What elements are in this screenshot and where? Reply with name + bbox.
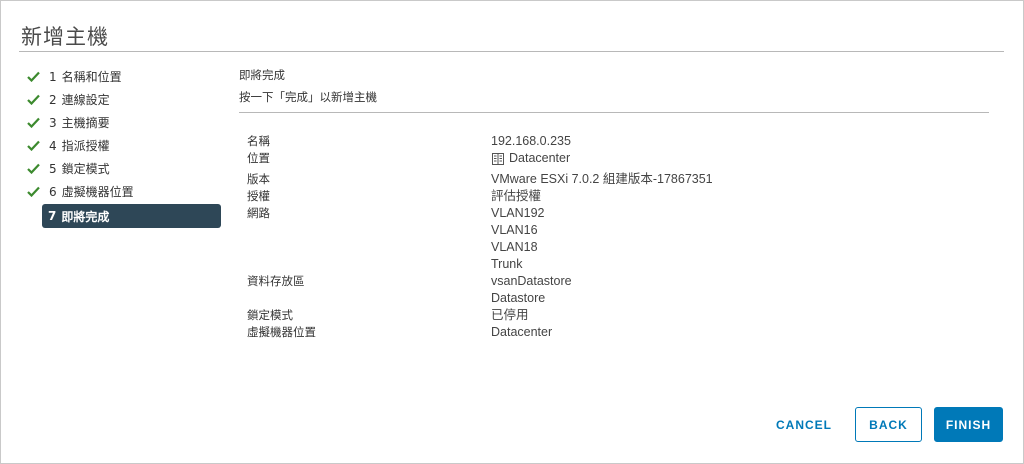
step-heading: 即將完成 (239, 68, 285, 82)
summary-table: 名稱 192.168.0.235 位置 Datacenter 版本 VMware… (247, 133, 1007, 341)
summary-value: 已停用 (491, 307, 529, 322)
step-3[interactable]: 3 主機摘要 (27, 111, 223, 134)
summary-value: VLAN192 (491, 205, 545, 220)
summary-value: VLAN16 (491, 222, 538, 237)
add-host-dialog: 新增主機 1 名稱和位置 2 連線設定 3 主機摘要 4 指派授權 5 鎖定模式 (0, 0, 1024, 464)
step-label: 虛擬機器位置 (61, 185, 134, 199)
summary-value: 192.168.0.235 (491, 134, 571, 148)
content-divider (239, 112, 989, 113)
checkmark-icon (27, 139, 44, 153)
checkmark-icon (27, 185, 44, 199)
step-label: 即將完成 (61, 209, 110, 224)
step-7-active[interactable]: 7 即將完成 (42, 204, 221, 228)
summary-value: vsanDatastore (491, 273, 572, 288)
summary-row-datastore-cont: Datastore (247, 290, 1007, 307)
summary-row-network: 網路 VLAN192 (247, 205, 1007, 222)
summary-row-network-cont: VLAN18 (247, 239, 1007, 256)
step-number: 3 (49, 115, 57, 130)
location-value: Datacenter (509, 151, 571, 165)
summary-value: Trunk (491, 256, 523, 271)
checkmark-icon (27, 93, 44, 107)
checkmark-icon (27, 116, 44, 130)
summary-value: Datacenter (491, 324, 553, 339)
step-5[interactable]: 5 鎖定模式 (27, 157, 223, 180)
summary-row-version: 版本 VMware ESXi 7.0.2 組建版本-17867351 (247, 171, 1007, 188)
checkmark-icon (27, 70, 44, 84)
step-label: 連線設定 (61, 93, 110, 107)
summary-row-network-cont: Trunk (247, 256, 1007, 273)
summary-key: 鎖定模式 (247, 307, 293, 322)
summary-row-location: 位置 Datacenter (247, 150, 1007, 171)
dialog-title: 新增主機 (21, 25, 109, 49)
step-number: 6 (49, 184, 57, 199)
wizard-steps: 1 名稱和位置 2 連線設定 3 主機摘要 4 指派授權 5 鎖定模式 6 虛擬… (27, 65, 223, 228)
summary-value: 評估授權 (491, 188, 542, 203)
step-1[interactable]: 1 名稱和位置 (27, 65, 223, 88)
step-label: 名稱和位置 (61, 70, 122, 84)
cancel-button[interactable]: CANCEL (767, 407, 841, 442)
summary-row-vm-location: 虛擬機器位置 Datacenter (247, 324, 1007, 341)
summary-row-datastore: 資料存放區 vsanDatastore (247, 273, 1007, 290)
checkmark-icon (27, 162, 44, 176)
step-number: 5 (49, 161, 57, 176)
summary-row-lockdown: 鎖定模式 已停用 (247, 307, 1007, 324)
summary-row-name: 名稱 192.168.0.235 (247, 133, 1007, 150)
step-number: 7 (48, 209, 57, 223)
summary-value: VLAN18 (491, 239, 538, 254)
step-label: 指派授權 (61, 139, 110, 153)
summary-value: Datastore (491, 290, 546, 305)
step-2[interactable]: 2 連線設定 (27, 88, 223, 111)
step-label: 鎖定模式 (61, 162, 110, 176)
step-number: 2 (49, 92, 57, 107)
summary-row-network-cont: VLAN16 (247, 222, 1007, 239)
summary-key: 位置 (247, 151, 270, 165)
summary-key: 資料存放區 (247, 273, 305, 288)
step-number: 1 (49, 69, 57, 84)
step-6[interactable]: 6 虛擬機器位置 (27, 180, 223, 203)
finish-button[interactable]: FINISH (934, 407, 1003, 442)
summary-key: 授權 (247, 188, 270, 203)
summary-key: 版本 (247, 171, 270, 186)
step-instruction: 按一下「完成」以新增主機 (239, 90, 377, 104)
title-divider (19, 51, 1004, 52)
summary-row-license: 授權 評估授權 (247, 188, 1007, 205)
back-button[interactable]: BACK (855, 407, 922, 442)
summary-key: 名稱 (247, 134, 270, 148)
step-number: 4 (49, 138, 57, 153)
step-4[interactable]: 4 指派授權 (27, 134, 223, 157)
step-content-header: 即將完成 按一下「完成」以新增主機 (239, 67, 989, 109)
summary-value: Datacenter (491, 150, 570, 171)
summary-value: VMware ESXi 7.0.2 組建版本-17867351 (491, 171, 713, 186)
step-label: 主機摘要 (61, 116, 110, 130)
summary-key: 網路 (247, 205, 270, 220)
summary-key: 虛擬機器位置 (247, 324, 316, 339)
datacenter-icon (492, 152, 504, 165)
